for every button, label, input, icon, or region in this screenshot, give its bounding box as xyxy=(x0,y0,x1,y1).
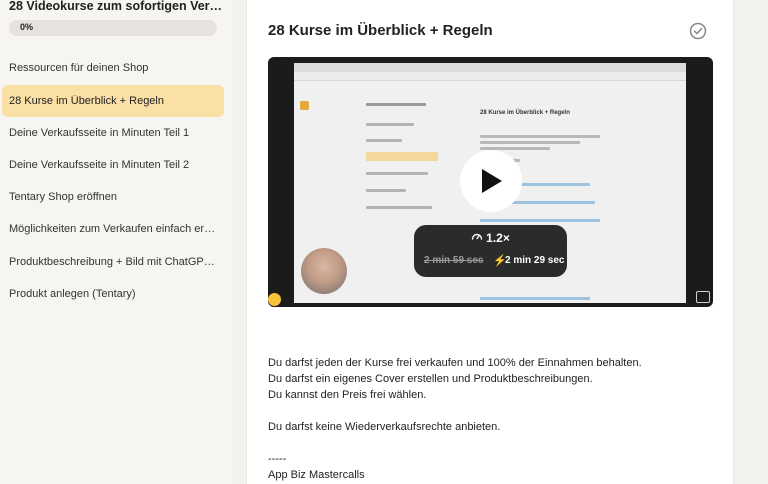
sidebar-item-produktbeschreibung[interactable]: Produktbeschreibung + Bild mit ChatGPT .… xyxy=(2,246,224,278)
sidebar-item-label: Produktbeschreibung + Bild mit ChatGPT .… xyxy=(9,256,217,268)
sidebar-item-verkaufsseite-teil-2[interactable]: Deine Verkaufsseite in Minuten Teil 2 xyxy=(2,149,224,181)
speed-value: 1.2× xyxy=(486,231,510,245)
course-title[interactable]: 28 Videokurse zum sofortigen Verkauf ... xyxy=(9,0,227,13)
progress-label: 0% xyxy=(20,22,34,32)
progress-bar: 0% xyxy=(9,20,217,36)
video-player[interactable]: 28 Kurse im Überblick + Regeln 1.2× 2 mi… xyxy=(268,57,713,307)
sidebar-item-label: 28 Kurse im Überblick + Regeln xyxy=(9,95,164,107)
emoji-reaction-icon[interactable] xyxy=(268,293,281,306)
video-browser-url-bar xyxy=(294,72,686,81)
speed-icon xyxy=(471,233,483,240)
sidebar-item-label: Produkt anlegen (Tentary) xyxy=(9,288,136,300)
sidebar-item-kurse-ueberblick[interactable]: 28 Kurse im Überblick + Regeln xyxy=(2,85,224,117)
sidebar-item-tentary-shop[interactable]: Tentary Shop eröffnen xyxy=(2,181,224,213)
playback-speed: 1.2× xyxy=(414,231,567,245)
description-divider: ----- xyxy=(268,453,287,465)
page-title: 28 Kurse im Überblick + Regeln xyxy=(268,22,493,39)
video-app-logo xyxy=(300,101,309,110)
sidebar-item-verkaufsseite-teil-1[interactable]: Deine Verkaufsseite in Minuten Teil 1 xyxy=(2,117,224,149)
check-circle-icon[interactable] xyxy=(689,22,707,40)
original-duration: 2 min 59 sec xyxy=(424,255,484,266)
sidebar-item-verkaufen-erklaert[interactable]: Möglichkeiten zum Verkaufen einfach erkl… xyxy=(2,213,224,245)
play-icon xyxy=(482,169,502,193)
video-browser-tabs xyxy=(294,63,686,72)
sidebar-item-label: Möglichkeiten zum Verkaufen einfach erkl… xyxy=(9,223,217,235)
speed-overlay[interactable]: 1.2× 2 min 59 sec ⚡ 2 min 29 sec xyxy=(414,225,567,277)
description-line: Du darfst keine Wiederverkaufsrechte anb… xyxy=(268,421,501,433)
play-button[interactable] xyxy=(460,150,522,212)
description-line: Du darfst ein eigenes Cover erstellen un… xyxy=(268,373,593,385)
comment-icon[interactable] xyxy=(696,291,710,303)
sidebar-item-label: Tentary Shop eröffnen xyxy=(9,191,118,203)
sidebar-item-ressourcen[interactable]: Ressourcen für deinen Shop xyxy=(2,52,224,84)
video-sidebar xyxy=(366,101,438,241)
description-line: App Biz Mastercalls xyxy=(268,469,365,481)
sidebar-item-label: Deine Verkaufsseite in Minuten Teil 1 xyxy=(9,127,190,139)
sped-up-duration: 2 min 29 sec xyxy=(505,255,565,266)
description-line: Du darfst jeden der Kurse frei verkaufen… xyxy=(268,357,642,369)
description-line: Du kannst den Preis frei wählen. xyxy=(268,389,427,401)
presenter-avatar xyxy=(301,248,347,294)
lesson-content: 28 Kurse im Überblick + Regeln 28 Kurse … xyxy=(246,0,734,484)
sidebar-item-label: Ressourcen für deinen Shop xyxy=(9,62,149,74)
sidebar-item-produkt-anlegen[interactable]: Produkt anlegen (Tentary) xyxy=(2,278,224,310)
sidebar: 28 Videokurse zum sofortigen Verkauf ...… xyxy=(0,0,232,484)
sidebar-item-label: Deine Verkaufsseite in Minuten Teil 2 xyxy=(9,159,190,171)
